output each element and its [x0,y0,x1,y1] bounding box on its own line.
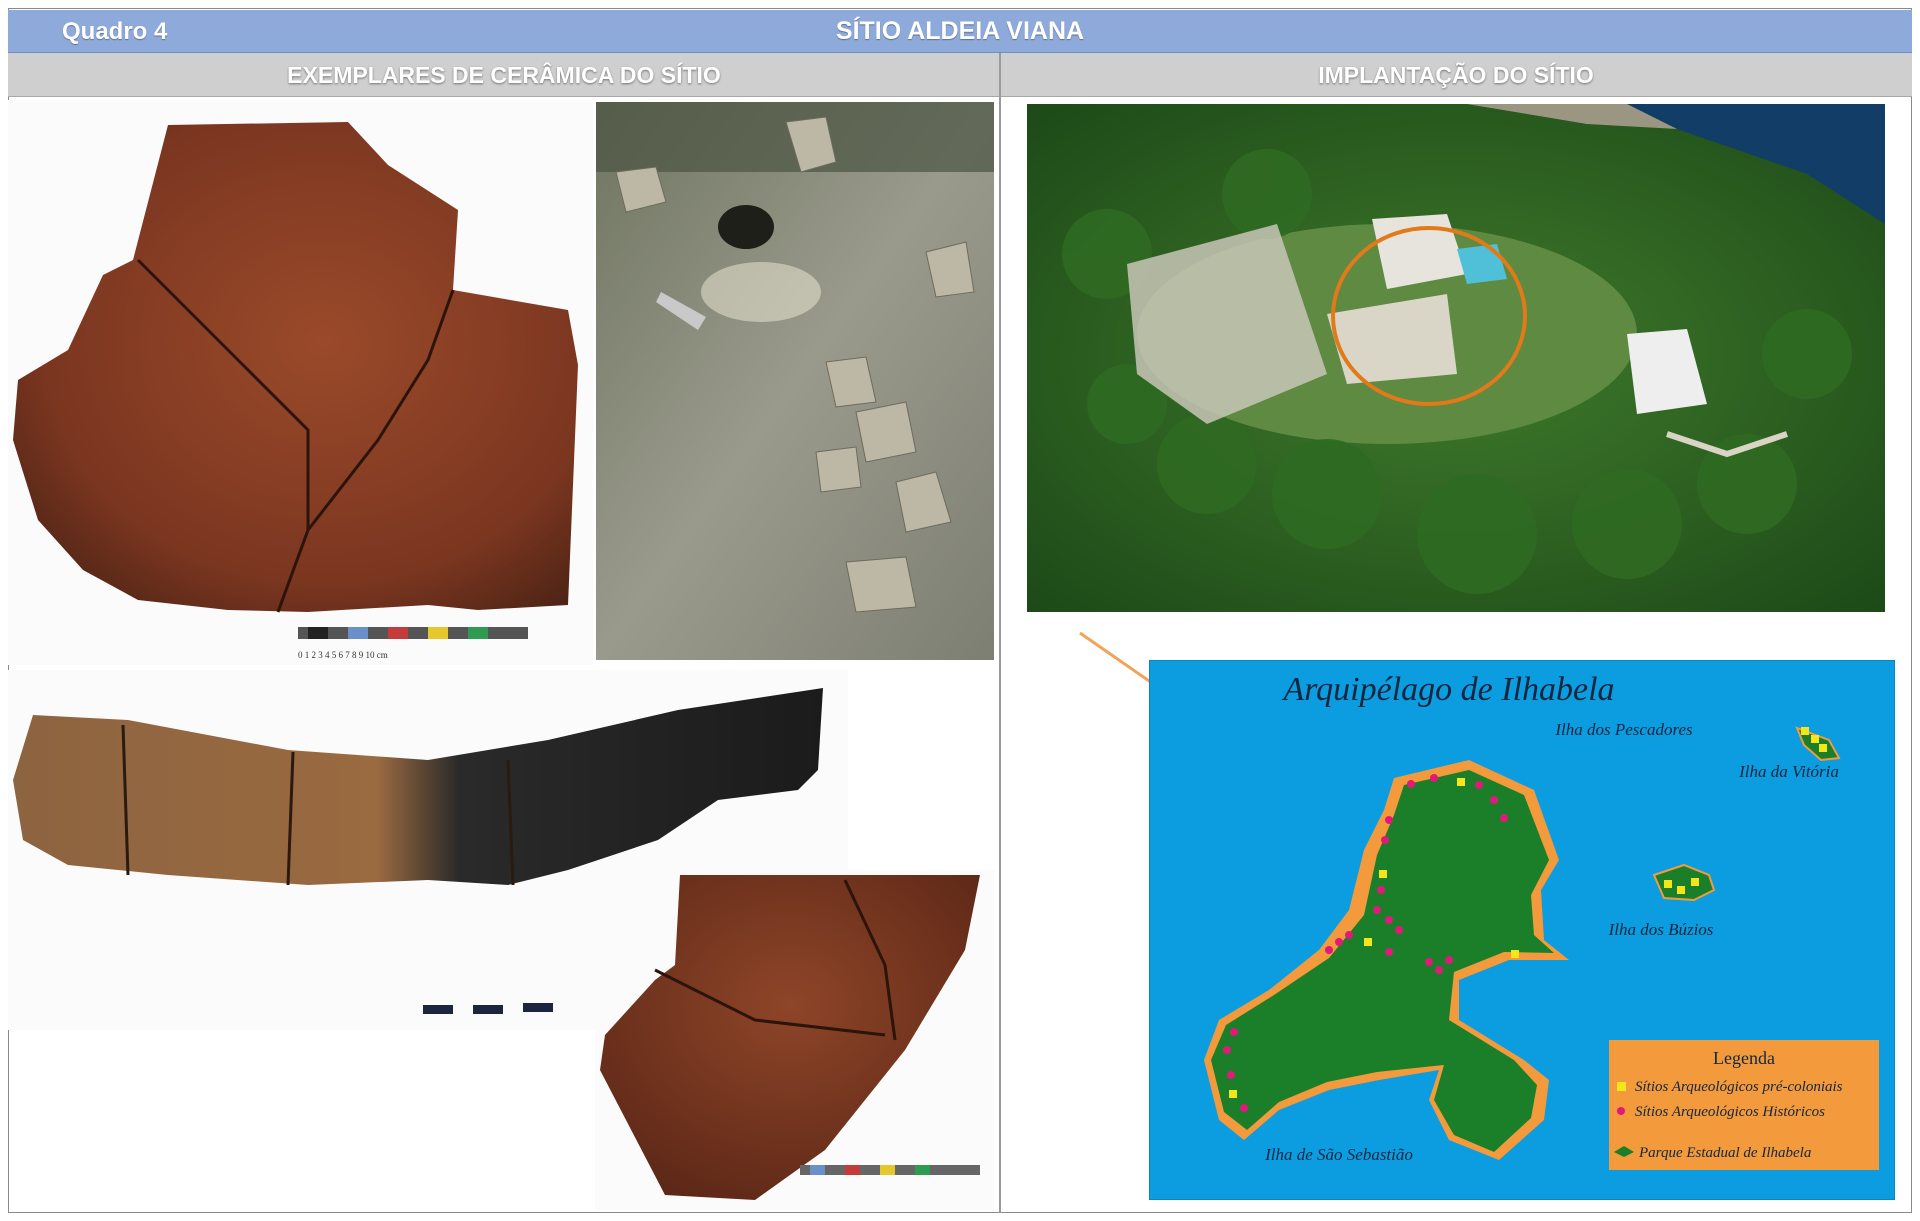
label-pescadores: Ilha dos Pescadores [1554,720,1693,739]
legend-precolonial: Sítios Arqueológicos pré-coloniais [1635,1079,1843,1095]
label-sao-sebastiao: Ilha de São Sebastião [1264,1145,1413,1164]
label-buzios: Ilha dos Búzios [1608,920,1714,939]
map-title: Arquipélago de Ilhabela [1281,671,1614,708]
legend-title: Legenda [1713,1048,1775,1068]
ceramic-sherd-photo-1: 0 1 2 3 4 5 6 7 8 9 10 cm [8,100,593,665]
archipelago-map: Arquipélago de Ilhabela Ilha dos Pescado… [1149,660,1895,1200]
scale-label: 0 1 2 3 4 5 6 7 8 9 10 cm [298,650,388,660]
map-legend: Legenda Sítios Arqueológicos pré-colonia… [1609,1040,1879,1170]
label-vitoria: Ilha da Vitória [1738,762,1839,781]
implantation-heading: IMPLANTAÇÃO DO SÍTIO [1000,53,1912,97]
ceramic-sherd-photo-3 [595,870,995,1210]
legend-park: Parque Estadual de Ilhabela [1638,1145,1811,1161]
legend-historic: Sítios Arqueológicos Históricos [1635,1104,1825,1120]
column-divider [999,53,1001,1213]
aerial-site-photo [1027,104,1885,612]
site-title: SÍTIO ALDEIA VIANA [835,17,1085,45]
excavation-photo [596,102,994,660]
ceramics-heading: EXEMPLARES DE CERÂMICA DO SÍTIO [8,53,1000,97]
